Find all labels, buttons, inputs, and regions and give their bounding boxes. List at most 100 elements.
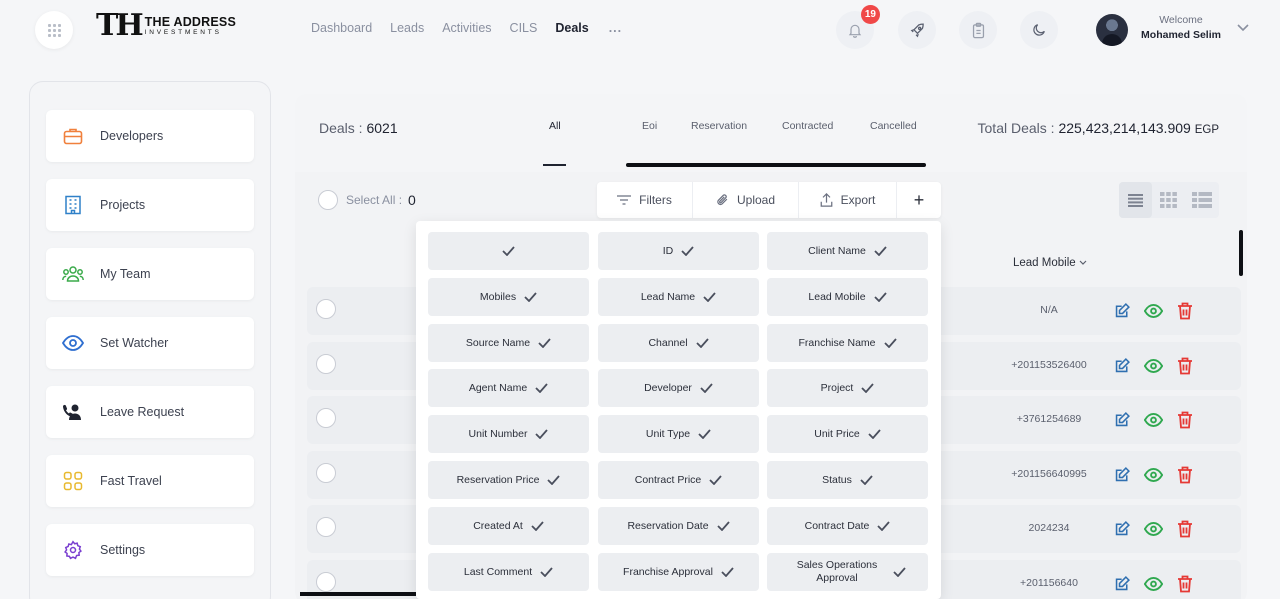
column-option[interactable]: Created At [428,507,589,545]
column-option[interactable]: Franchise Approval [598,553,759,591]
column-option[interactable]: Project [767,369,928,407]
apps-menu-button[interactable] [35,11,73,49]
delete-icon[interactable] [1175,519,1194,538]
nav-item-leads[interactable]: Leads [390,21,424,35]
column-header-label: Lead Mobile [1013,257,1076,269]
column-option[interactable]: Status [767,461,928,499]
column-option[interactable]: Unit Price [767,415,928,453]
delete-icon[interactable] [1175,465,1194,484]
column-option[interactable]: ID [598,232,759,270]
checkmark-icon [883,338,897,348]
upload-button[interactable]: Upload [693,182,799,218]
tab-all[interactable]: All [549,120,561,132]
dark-mode-button[interactable] [1020,11,1058,49]
nav-item-cils[interactable]: CILS [510,21,538,35]
row-select-radio[interactable] [316,463,336,483]
sidebar-item-leave-request[interactable]: Leave Request [46,386,254,438]
apps-grid-icon [47,23,61,37]
sidebar-item-projects[interactable]: Projects [46,179,254,231]
row-select-radio[interactable] [316,408,336,428]
delete-icon[interactable] [1175,410,1194,429]
grid-view-button[interactable] [1152,182,1185,218]
row-select-radio[interactable] [316,299,336,319]
checkmark-icon [877,521,891,531]
view-icon[interactable] [1144,574,1163,593]
column-option[interactable]: Franchise Name [767,324,928,362]
avatar[interactable] [1096,14,1128,46]
column-option[interactable]: Source Name [428,324,589,362]
tab-cancelled[interactable]: Cancelled [870,120,917,132]
add-column-button[interactable]: + [897,182,941,218]
edit-icon[interactable] [1113,410,1132,429]
horizontal-scrollbar[interactable] [300,592,416,596]
rocket-button[interactable] [898,11,936,49]
checkmark-icon [860,475,873,485]
row-select-radio[interactable] [316,354,336,374]
column-option[interactable]: Agent Name [428,369,589,407]
select-all[interactable]: Select All : 0 [318,190,416,210]
sidebar-item-developers[interactable]: Developers [46,110,254,162]
column-option[interactable]: Client Name [767,232,928,270]
column-option[interactable]: Reservation Date [598,507,759,545]
table-actions: Filters Upload Export + [597,182,941,218]
sidebar-item-settings[interactable]: Settings [46,524,254,576]
table-scrollbar[interactable] [1239,230,1243,276]
column-option[interactable]: Reservation Price [428,461,589,499]
nav-item-activities[interactable]: Activities [442,21,491,35]
delete-icon[interactable] [1175,574,1194,593]
tab-contracted[interactable]: Contracted [782,120,833,132]
column-header-lead-mobile[interactable]: Lead Mobile [1013,257,1087,269]
export-button[interactable]: Export [799,182,897,218]
column-option[interactable]: Unit Type [598,415,759,453]
column-option[interactable]: Sales Operations Approval [767,553,928,591]
nav-item-dashboard[interactable]: Dashboard [311,21,372,35]
edit-icon[interactable] [1113,574,1132,593]
column-option[interactable]: Developer [598,369,759,407]
row-select-radio[interactable] [316,517,336,537]
filters-button[interactable]: Filters [597,182,693,218]
edit-icon[interactable] [1113,519,1132,538]
tab-reservation[interactable]: Reservation [691,120,747,132]
view-icon[interactable] [1144,356,1163,375]
list-view-button[interactable] [1119,182,1153,218]
team-icon [62,263,84,285]
delete-icon[interactable] [1175,301,1194,320]
notifications-button[interactable]: 19 [836,5,880,49]
nav-more-button[interactable]: ... [609,21,622,35]
chevron-down-icon[interactable] [1237,24,1249,32]
row-select-radio[interactable] [316,572,336,592]
grid-icon [62,470,84,492]
view-icon[interactable] [1144,519,1163,538]
sidebar-item-my-team[interactable]: My Team [46,248,254,300]
column-option-label: Status [822,473,852,486]
tabs-scrollbar[interactable] [626,163,926,167]
list-view-icon [1128,193,1144,207]
column-option[interactable] [428,232,589,270]
sidebar-item-set-watcher[interactable]: Set Watcher [46,317,254,369]
nav-item-deals[interactable]: Deals [555,21,588,35]
deals-count-value: 6021 [366,120,398,136]
view-icon[interactable] [1144,465,1163,484]
clipboard-button[interactable] [959,11,997,49]
column-option[interactable]: Unit Number [428,415,589,453]
sidebar-item-fast-travel[interactable]: Fast Travel [46,455,254,507]
tab-eoi[interactable]: Eoi [642,120,657,132]
column-option[interactable]: Lead Name [598,278,759,316]
brand-logo[interactable]: TH THE ADDRESS INVESTMENTS [96,10,236,42]
column-option[interactable]: Lead Mobile [767,278,928,316]
edit-icon[interactable] [1113,301,1132,320]
table-view-button[interactable] [1186,182,1219,218]
edit-icon[interactable] [1113,356,1132,375]
column-option[interactable]: Contract Date [767,507,928,545]
view-icon[interactable] [1144,301,1163,320]
column-option[interactable]: Contract Price [598,461,759,499]
column-option[interactable]: Mobiles [428,278,589,316]
select-all-radio[interactable] [318,190,338,210]
view-icon[interactable] [1144,410,1163,429]
delete-icon[interactable] [1175,356,1194,375]
column-option[interactable]: Last Comment [428,553,589,591]
user-greeting[interactable]: Welcome Mohamed Selim [1134,14,1228,43]
column-option[interactable]: Channel [598,324,759,362]
edit-icon[interactable] [1113,465,1132,484]
sidebar-item-label: Projects [100,198,146,212]
